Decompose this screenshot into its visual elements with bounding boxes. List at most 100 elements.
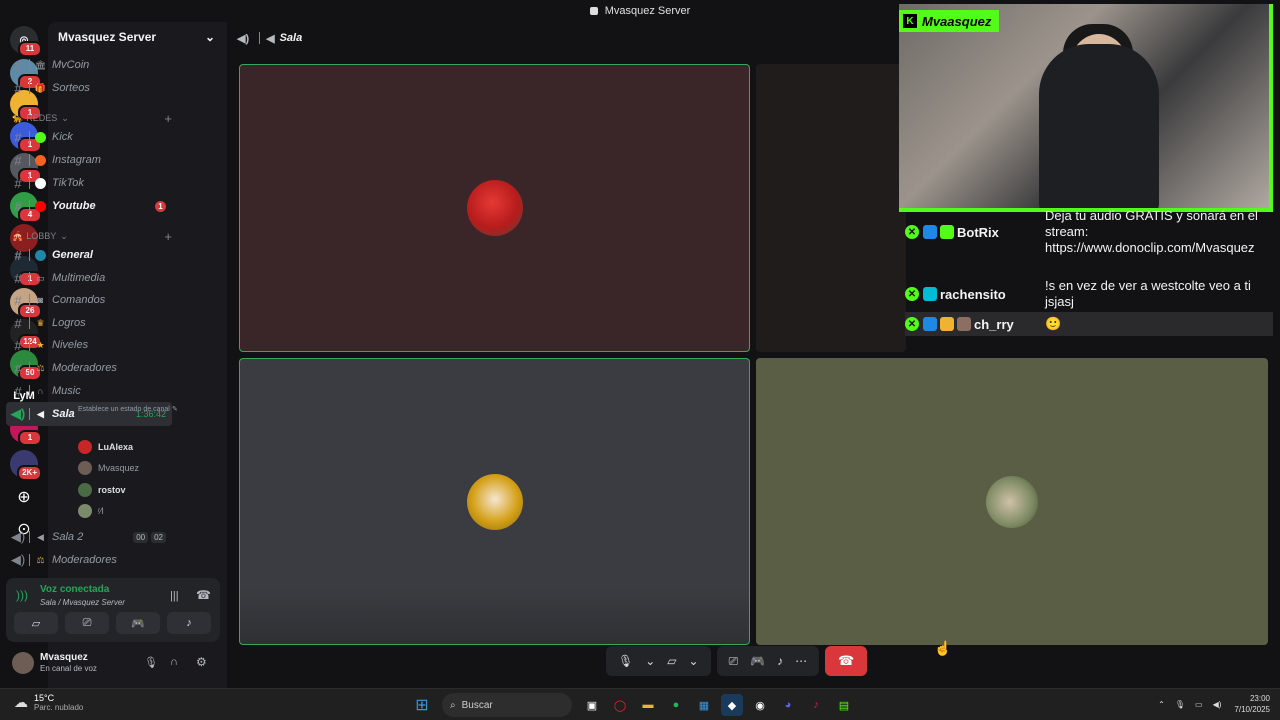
moderator-badge	[923, 317, 937, 331]
channel-item-youtube[interactable]: # Youtube 1	[6, 196, 172, 216]
network-icon[interactable]: ▭	[1195, 700, 1203, 709]
category-icon: 🐆	[12, 112, 24, 123]
trophy-icon: ♛	[36, 317, 45, 328]
chevron-down-icon: ⌄	[204, 30, 215, 44]
vscode-icon[interactable]: ◆	[721, 694, 743, 716]
video-tile[interactable]	[756, 64, 906, 352]
noise-suppression-icon[interactable]: |||	[170, 590, 179, 602]
channel-item-general[interactable]: # General	[6, 245, 172, 265]
channel-item-logros[interactable]: # ♛ Logros	[6, 313, 172, 333]
voice-user[interactable]: rostov	[78, 480, 126, 500]
channel-item-instagram[interactable]: # Instagram	[6, 150, 172, 170]
server-icon[interactable]: 2K+	[10, 450, 42, 481]
screen-share-icon[interactable]: ⎚	[729, 654, 739, 669]
channel-item-moderadores[interactable]: # ⚖ Moderadores	[6, 358, 172, 378]
direct-messages-button[interactable]: ◎ 11	[10, 26, 42, 57]
search-box[interactable]: ⌕ Buscar	[442, 693, 572, 717]
soundboard-button[interactable]: ♪	[167, 612, 211, 634]
voice-channel-sala-2[interactable]: ◀) ◀ Sala 2 00 02	[6, 527, 172, 547]
streamer-tag: K Mvaasquez	[899, 10, 1000, 32]
tiktok-icon	[35, 177, 46, 189]
video-tile[interactable]	[756, 358, 1268, 645]
add-server-icon[interactable]: ⊕	[10, 483, 38, 511]
channel-item-tiktok[interactable]: # TikTok	[6, 173, 172, 193]
gamepad-icon[interactable]: 🎮	[750, 654, 765, 668]
app-icon	[589, 7, 598, 15]
kick-icon: ✕	[905, 287, 919, 301]
channel-status[interactable]: Establece un estado de canal ✎	[78, 405, 178, 413]
channel-item-niveles[interactable]: # ★ Niveles	[6, 335, 172, 355]
camera-off-icon[interactable]: ▱	[667, 654, 676, 668]
tiktok-icon[interactable]: ♪	[805, 694, 827, 716]
volume-icon[interactable]: ◀)	[1213, 700, 1222, 709]
hash-icon: #	[14, 337, 22, 353]
opera-icon[interactable]: ◯	[609, 694, 631, 716]
voice-location[interactable]: Sala / Mvasquez Server	[40, 598, 125, 607]
microphone-icon[interactable]: 🎙	[618, 654, 633, 668]
activities-button[interactable]: 🎮	[116, 612, 160, 634]
discord-icon[interactable]: ◕	[777, 694, 799, 716]
speaker-icon: ◀)	[10, 406, 26, 421]
more-icon[interactable]: ⋯	[795, 654, 807, 668]
channel-item-mvcoin[interactable]: # 🏛 MvCoin	[6, 55, 172, 75]
hash-icon: #	[14, 198, 22, 214]
speaker-icon: ◀)	[10, 529, 26, 544]
channel-item-multimedia[interactable]: # ▭ Multimedia	[6, 268, 172, 288]
camera-off-button[interactable]: ▱	[14, 612, 58, 634]
pencil-icon: ✎	[171, 406, 178, 413]
obs-icon[interactable]: ◉	[749, 694, 771, 716]
founder-badge	[957, 317, 971, 331]
spotify-icon[interactable]: ●	[665, 694, 687, 716]
headphones-icon[interactable]: ∩	[170, 656, 178, 668]
chevron-down-icon[interactable]: ⌄	[645, 654, 655, 668]
headphones-icon: ∩	[37, 386, 44, 396]
avatar[interactable]	[12, 652, 34, 674]
channel-item-sorteos[interactable]: # 🎁 Sorteos	[6, 78, 172, 98]
gear-icon[interactable]: ⚙	[196, 655, 207, 669]
start-icon[interactable]: ⊞	[411, 694, 433, 716]
unread-badge: 1	[155, 200, 166, 212]
call-controls: 🎙 ⌄ ▱ ⌄ ⎚ 🎮 ♪ ⋯ ☎	[606, 646, 888, 676]
end-call-button[interactable]: ☎	[825, 646, 868, 676]
kick-icon: ✕	[905, 317, 919, 331]
chevron-up-icon[interactable]: ⌃	[1158, 700, 1165, 709]
video-tile[interactable]	[239, 64, 750, 352]
channel-item-music[interactable]: # ∩ Music	[6, 381, 172, 401]
task-view-icon[interactable]: ▣	[581, 694, 603, 716]
channel-item-kick[interactable]: # Kick	[6, 127, 172, 147]
clock[interactable]: 23:00 7/10/2025	[1234, 693, 1270, 715]
kick-icon: ✕	[905, 225, 919, 239]
voice-user[interactable]: LuAlexa	[78, 437, 133, 457]
stream-chat-overlay: ✕ BotRix Deja tu audio GRATIS y sonará en…	[905, 204, 1273, 338]
scale-icon: ⚖	[36, 362, 45, 373]
vip-badge	[940, 317, 954, 331]
category-lobby[interactable]: 🎪 LOBBY ⌄ +	[12, 228, 172, 244]
add-channel-icon[interactable]: +	[164, 229, 172, 244]
soundboard-icon[interactable]: ♪	[777, 654, 783, 668]
channel-item-comandos[interactable]: # ◙ Comandos	[6, 290, 172, 310]
microphone-icon[interactable]: 🎙	[1175, 700, 1185, 709]
chat-message: ✕ BotRix Deja tu audio GRATIS y sonará en…	[905, 208, 1273, 256]
signal-icon[interactable]: )))	[16, 588, 28, 602]
chevron-down-icon[interactable]: ⌄	[689, 654, 699, 668]
kick-icon: K	[903, 14, 917, 28]
voice-user[interactable]: Mvasquez	[78, 458, 139, 478]
voice-channel-moderadores[interactable]: ◀) ⚖ Moderadores	[6, 550, 172, 570]
bank-icon: 🏛	[34, 59, 47, 70]
chat-message: ✕ rachensito !s en vez de ver a westcolte…	[905, 278, 1273, 310]
weather-widget[interactable]: ☁ 15°C Parc. nublado	[14, 693, 83, 712]
category-redes[interactable]: 🐆 REDES ⌄ +	[12, 110, 172, 126]
video-tile[interactable]	[239, 358, 750, 645]
disconnect-icon[interactable]: ☎	[196, 588, 211, 602]
store-icon[interactable]: ▦	[693, 694, 715, 716]
microphone-icon[interactable]: 🎙	[144, 656, 158, 669]
folder-icon[interactable]: ▬	[637, 694, 659, 716]
voice-user[interactable]: ʳ⁄l	[78, 501, 104, 521]
speaker-icon: ◀)	[237, 32, 250, 45]
screen-share-button[interactable]: ⎚	[65, 612, 109, 634]
server-header[interactable]: Mvasquez Server ⌄	[48, 22, 227, 52]
app-icon[interactable]: ▤	[833, 694, 855, 716]
channel-title: Sala	[279, 32, 303, 44]
add-channel-icon[interactable]: +	[164, 111, 172, 126]
globe-icon	[35, 249, 46, 261]
